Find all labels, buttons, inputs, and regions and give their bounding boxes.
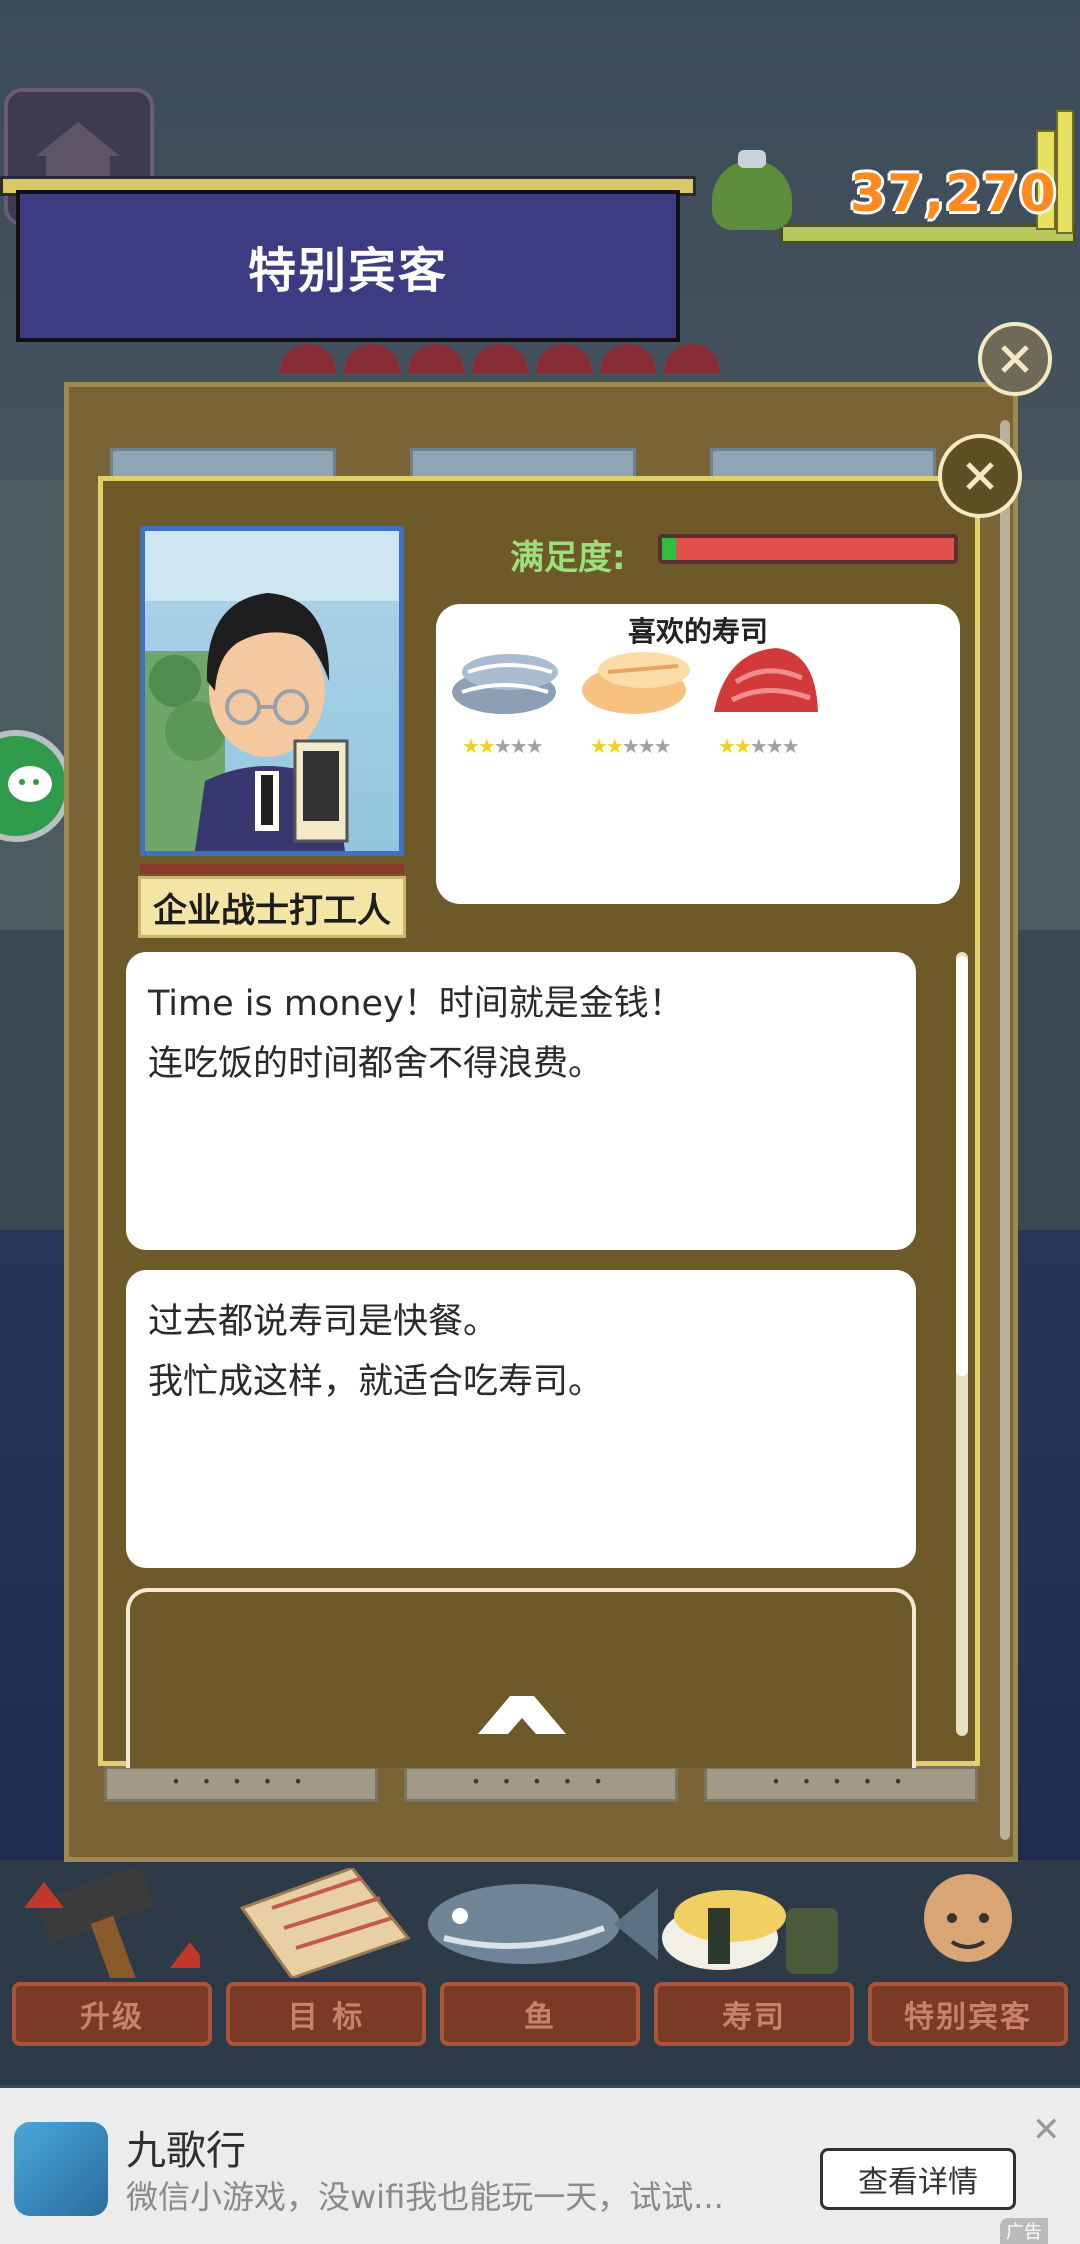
satisfaction-fill — [667, 538, 954, 560]
egg-sushi-icon[interactable] — [578, 642, 698, 722]
page-dots: • • • • • — [104, 1766, 378, 1802]
satisfaction-label: 满足度: — [510, 538, 626, 578]
money-bar — [780, 224, 1076, 244]
guest-name: 企业战士打工人 — [138, 876, 406, 938]
satisfaction-progress — [662, 538, 676, 560]
quote-line: 连吃饭的时间都舍不得浪费。 — [148, 1044, 604, 1084]
ad-description[interactable]: 微信小游戏，没wifi我也能玩一天，试试... — [126, 2172, 806, 2218]
guest-quote-box: Time is money！时间就是金钱！ 连吃饭的时间都舍不得浪费。 — [126, 952, 916, 1250]
money-counter: 37,270 — [850, 164, 1057, 224]
close-icon[interactable]: ✕ — [1032, 2110, 1061, 2150]
name-plate-rail — [140, 864, 404, 874]
page-dots: • • • • • — [704, 1766, 978, 1802]
nav-goal-button[interactable]: 目 标 — [226, 1982, 426, 2046]
star-rating: ★★★★★ — [718, 734, 800, 758]
nav-special-guest-button[interactable]: 特别宾客 — [868, 1982, 1068, 2046]
star-rating: ★★★★★ — [462, 734, 544, 758]
star-rating: ★★★★★ — [590, 734, 672, 758]
tuna-sushi-icon[interactable] — [706, 642, 826, 722]
fish-sushi-icon[interactable] — [448, 642, 568, 722]
ad-app-icon[interactable] — [14, 2122, 108, 2216]
dialog-scroll-thumb[interactable] — [956, 956, 968, 1376]
money-bag-knot — [738, 150, 766, 168]
satisfaction-bar — [658, 534, 958, 564]
page-dots: • • • • • — [404, 1766, 678, 1802]
hammer-icon — [24, 1868, 200, 1978]
outer-scrollbar[interactable] — [1000, 420, 1010, 1840]
fish-icon — [428, 1884, 658, 1964]
page-title: 特别宾客 — [16, 190, 680, 342]
locked-quote-box — [126, 1588, 916, 1768]
ad-label: 广告 — [1000, 2218, 1048, 2244]
quote-line: 过去都说寿司是快餐。 — [148, 1302, 499, 1342]
close-outer-button[interactable] — [978, 322, 1052, 396]
nav-sushi-button[interactable]: 寿司 — [654, 1982, 854, 2046]
businessman-avatar-icon — [145, 593, 349, 851]
sushi-icon — [662, 1890, 838, 1974]
nav-upgrade-button[interactable]: 升级 — [12, 1982, 212, 2046]
money-stick-decoration — [1056, 110, 1074, 234]
guest-quote-box: 过去都说寿司是快餐。 我忙成这样，就适合吃寿司。 — [126, 1270, 916, 1568]
quote-line: 我忙成这样，就适合吃寿司。 — [148, 1362, 604, 1402]
guest-icon — [924, 1874, 1012, 1962]
money-bag-icon — [712, 160, 792, 230]
chat-bubble-icon — [8, 766, 52, 802]
ad-title[interactable]: 九歌行 — [126, 2118, 246, 2176]
quote-line: Time is money！时间就是金钱！ — [148, 984, 684, 1024]
nav-fish-button[interactable]: 鱼 — [440, 1982, 640, 2046]
house-icon — [36, 122, 120, 156]
target-board-icon — [239, 1868, 411, 1978]
close-icon — [1001, 345, 1029, 373]
ad-view-details-button[interactable]: 查看详情 — [820, 2148, 1016, 2210]
unlock-arrow-icon[interactable] — [474, 1690, 570, 1738]
close-button[interactable] — [938, 434, 1022, 518]
close-icon — [966, 462, 994, 490]
guest-portrait — [140, 526, 404, 856]
